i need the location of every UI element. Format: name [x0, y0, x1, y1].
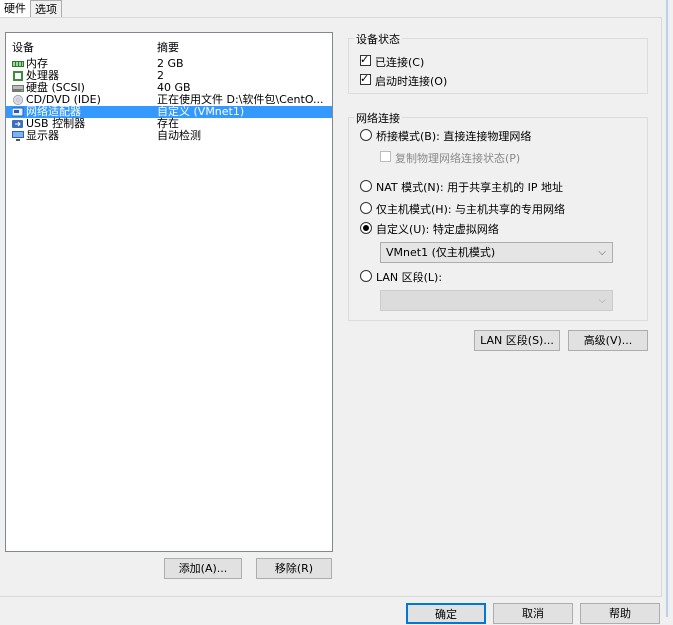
tab-options[interactable]: 选项 — [30, 0, 62, 18]
usb-icon — [12, 119, 24, 129]
connect-at-power-on-label[interactable]: 启动时连接(O) — [375, 73, 447, 89]
tab-hardware[interactable]: 硬件 — [0, 0, 30, 17]
bridged-label[interactable]: 桥接模式(B): 直接连接物理网络 — [376, 128, 531, 144]
lan-segment-radio[interactable] — [360, 270, 372, 282]
processor-icon — [12, 71, 24, 81]
custom-radio[interactable] — [360, 222, 372, 234]
advanced-button[interactable]: 高级(V)... — [568, 330, 648, 351]
device-summary: 自动检测 — [157, 129, 201, 142]
column-header-device[interactable]: 设备 — [12, 39, 34, 55]
remove-device-button[interactable]: 移除(R) — [256, 558, 332, 579]
custom-label[interactable]: 自定义(U): 特定虚拟网络 — [376, 221, 499, 237]
column-header-summary[interactable]: 摘要 — [157, 39, 179, 55]
custom-network-value: VMnet1 (仅主机模式) — [386, 246, 496, 259]
bridged-radio[interactable] — [360, 129, 372, 141]
ok-button[interactable]: 确定 — [406, 603, 486, 624]
chevron-down-icon: ⌵ — [598, 247, 606, 258]
device-list[interactable]: 设备 摘要 内存 2 GB 处理器 2 硬盘 (SCSI) 40 GB CD/D… — [5, 32, 333, 552]
lan-segment-select[interactable]: ⌵ — [380, 290, 613, 311]
device-row-monitor[interactable]: 显示器 自动检测 — [6, 130, 332, 142]
monitor-icon — [12, 131, 24, 141]
network-adapter-icon — [11, 107, 24, 117]
device-name: 显示器 — [26, 129, 59, 142]
cdrom-icon — [12, 95, 24, 105]
replicate-state-checkbox[interactable] — [380, 151, 391, 162]
host-only-radio[interactable] — [360, 202, 372, 214]
custom-network-select[interactable]: VMnet1 (仅主机模式) ⌵ — [380, 242, 613, 263]
device-status-title: 设备状态 — [354, 31, 402, 47]
nat-radio[interactable] — [360, 180, 372, 192]
chevron-down-icon: ⌵ — [598, 295, 606, 306]
connected-label[interactable]: 已连接(C) — [375, 54, 424, 70]
add-device-button[interactable]: 添加(A)... — [164, 558, 242, 579]
lan-segment-label[interactable]: LAN 区段(L): — [376, 269, 442, 285]
network-connection-title: 网络连接 — [354, 110, 402, 126]
connected-checkbox[interactable]: ✓ — [360, 53, 371, 66]
cancel-button[interactable]: 取消 — [493, 603, 573, 624]
window-edge — [666, 0, 668, 617]
lan-segments-button[interactable]: LAN 区段(S)... — [474, 330, 560, 351]
harddisk-icon — [12, 83, 24, 93]
memory-icon — [12, 59, 24, 69]
help-button[interactable]: 帮助 — [580, 603, 660, 624]
replicate-state-label[interactable]: 复制物理网络连接状态(P) — [395, 150, 520, 166]
nat-label[interactable]: NAT 模式(N): 用于共享主机的 IP 地址 — [376, 179, 563, 195]
connect-at-power-on-checkbox[interactable]: ✓ — [360, 72, 371, 85]
host-only-label[interactable]: 仅主机模式(H): 与主机共享的专用网络 — [376, 201, 565, 217]
